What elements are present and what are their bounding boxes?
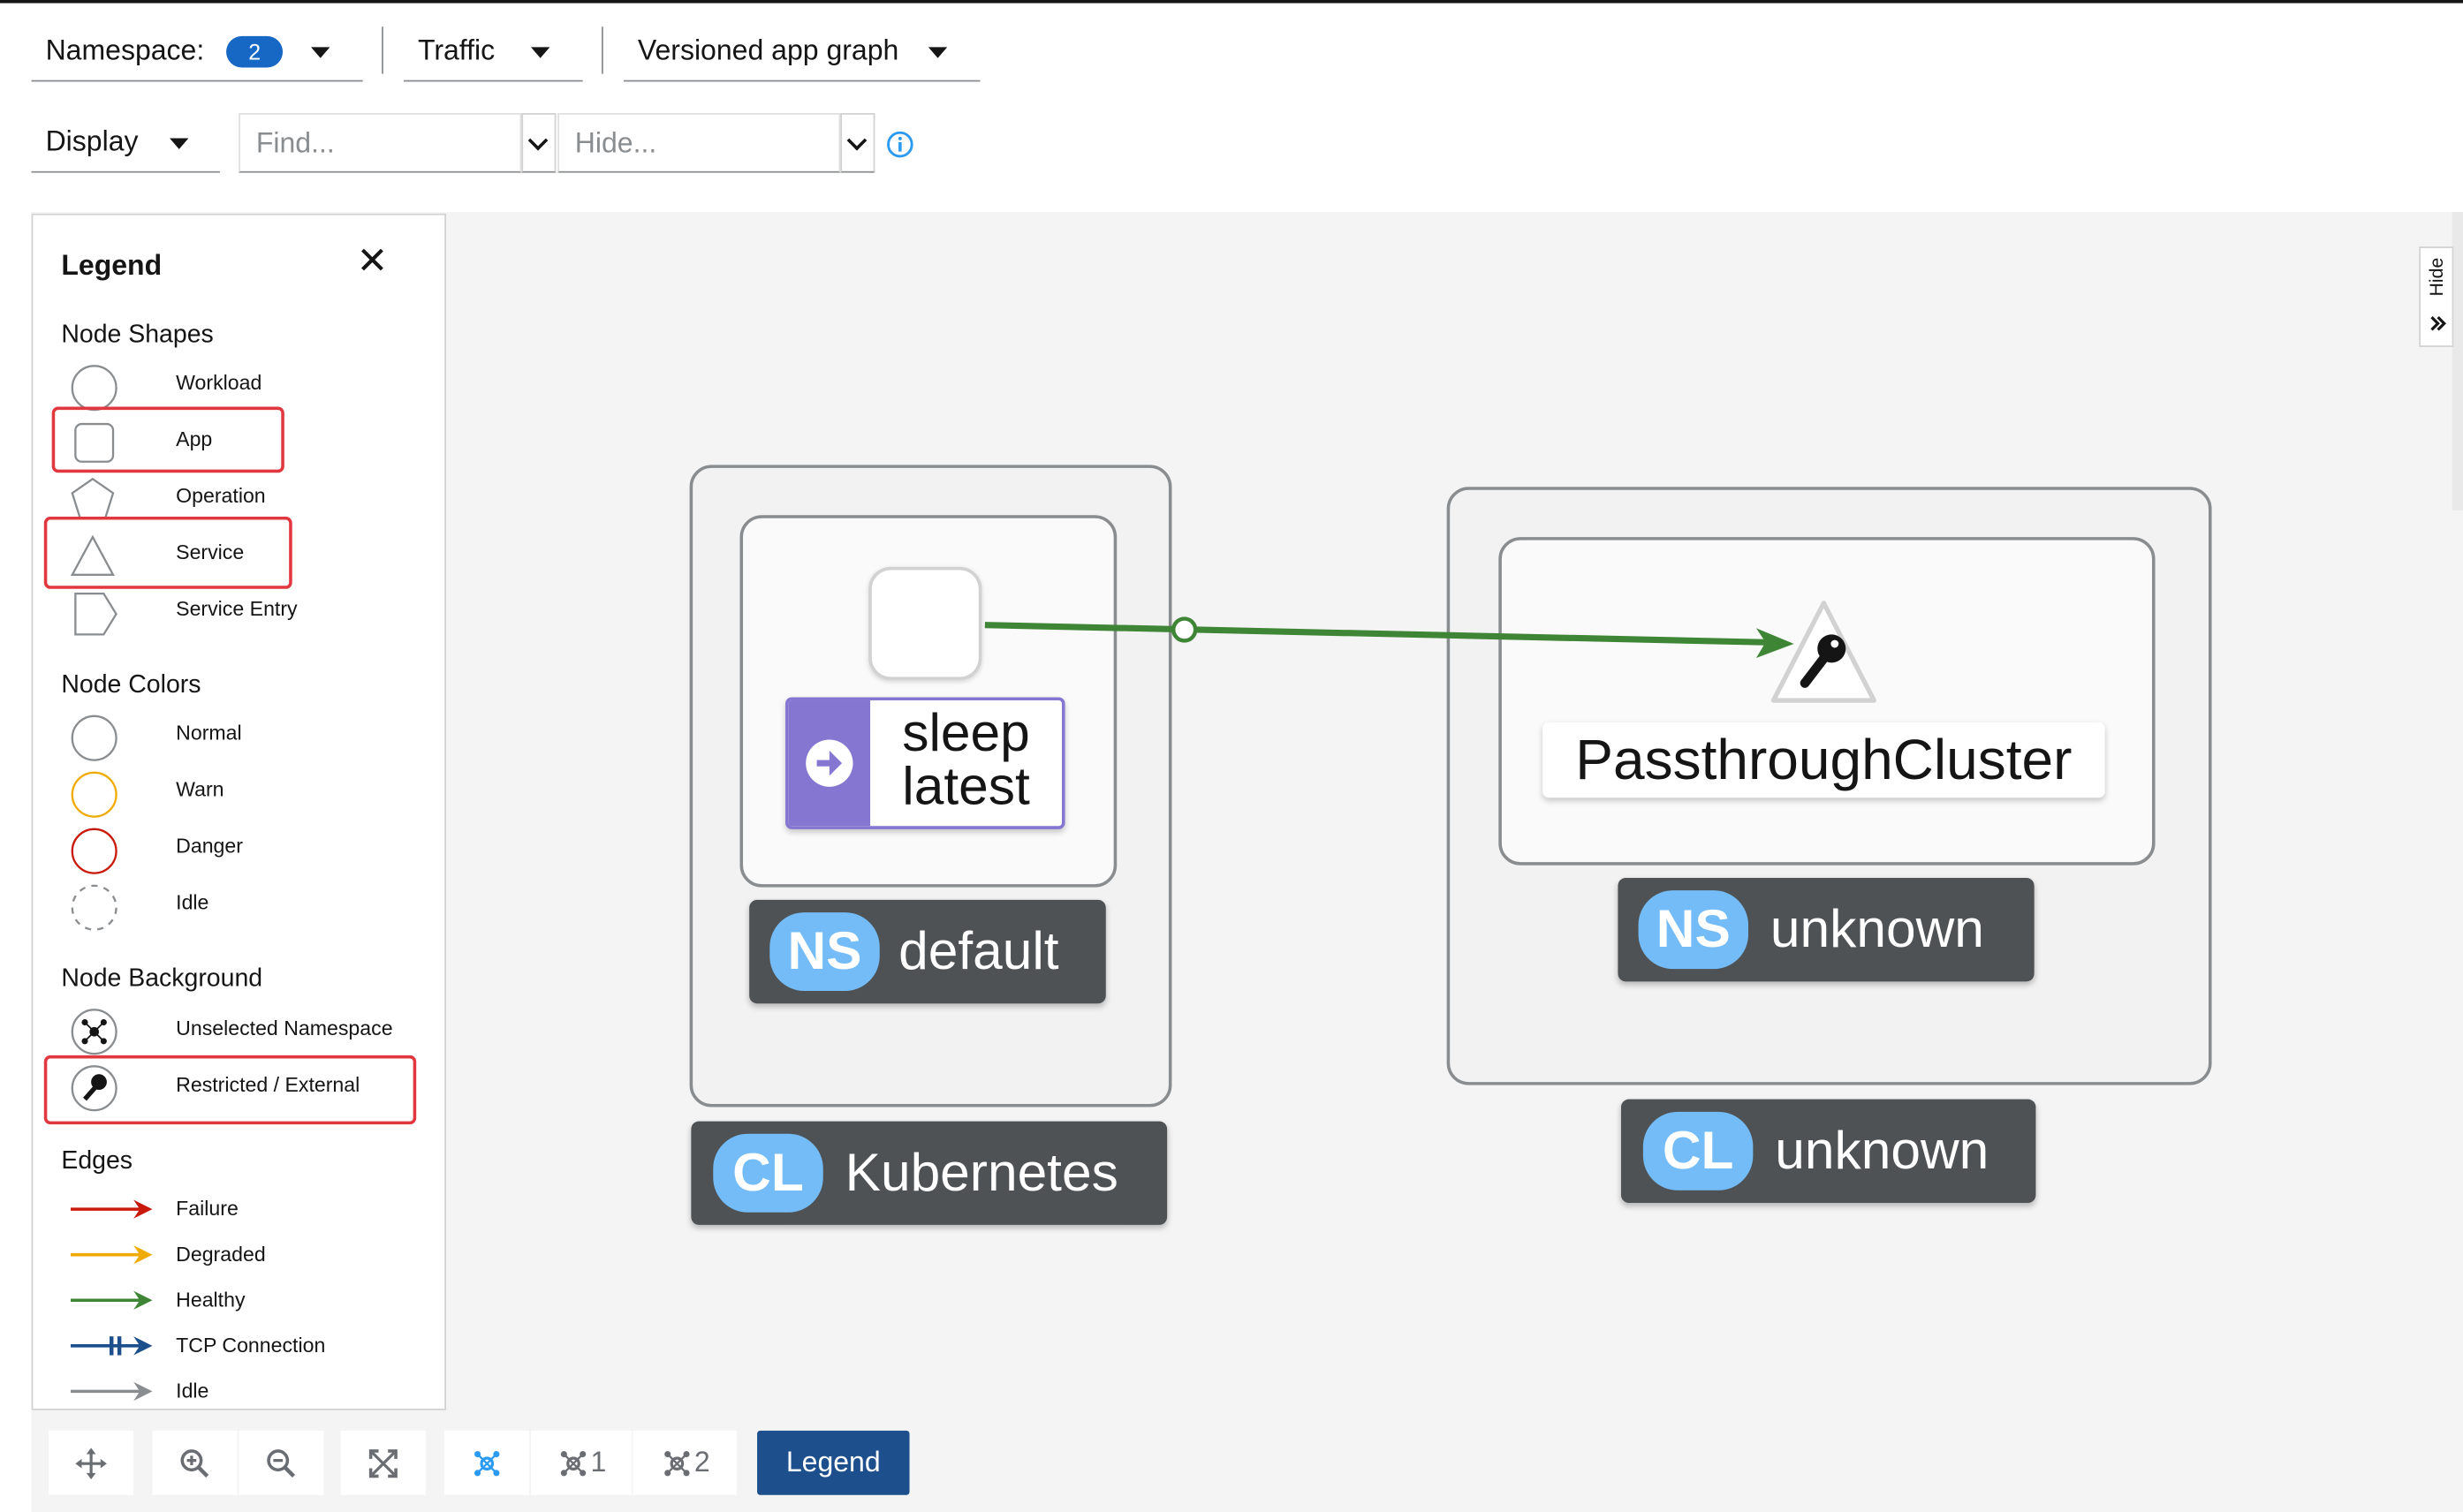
zoom-out-button[interactable] (239, 1430, 324, 1495)
layout-1-button[interactable]: 1 (530, 1430, 632, 1495)
layout-default-button[interactable] (444, 1430, 530, 1495)
legend-button[interactable]: Legend (757, 1430, 910, 1495)
topology-icon (560, 1450, 587, 1476)
layout-2-label: 2 (693, 1446, 710, 1478)
healthy-edge[interactable] (984, 622, 1766, 646)
zoom-in-icon (180, 1448, 209, 1478)
topology-icon (474, 1450, 500, 1476)
layout-1-label: 1 (590, 1446, 607, 1478)
zoom-in-button[interactable] (152, 1430, 238, 1495)
fit-to-screen-button[interactable] (340, 1430, 426, 1495)
expand-icon (368, 1448, 398, 1478)
graph-edges (984, 616, 1794, 659)
kiali-graph-page: Namespace: 2 Traffic Versioned app graph… (0, 0, 2463, 1512)
topology-icon (664, 1450, 690, 1476)
pan-button[interactable] (49, 1430, 134, 1495)
move-icon (75, 1447, 107, 1479)
layout-2-button[interactable]: 2 (633, 1430, 737, 1495)
zoom-out-icon (267, 1448, 296, 1478)
edge-source-marker (1171, 616, 1198, 643)
